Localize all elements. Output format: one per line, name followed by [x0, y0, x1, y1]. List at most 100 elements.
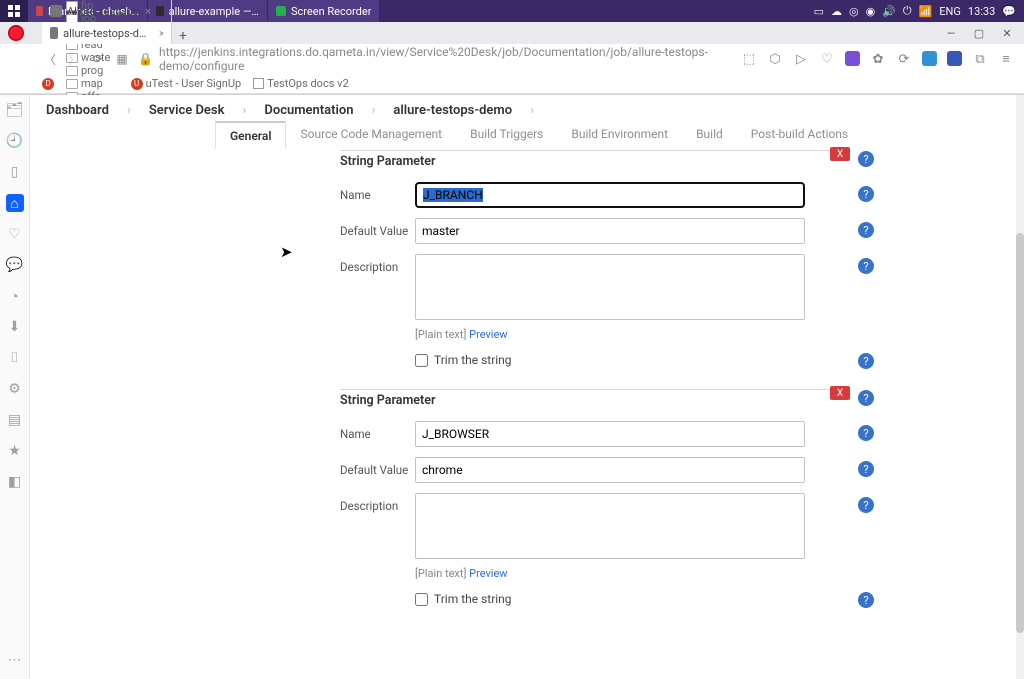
help-icon[interactable]: ? — [858, 425, 874, 441]
parameter-default-input[interactable] — [415, 218, 805, 244]
ext-icon-3[interactable]: ⟳ — [896, 51, 912, 67]
address-bar: 〈 〉 ⟳ ▦ 🔒 https://jenkins.integrations.d… — [0, 44, 1024, 74]
trim-label: Trim the string — [434, 353, 512, 367]
config-tab[interactable]: Build Triggers — [456, 121, 557, 149]
parameter-description-input[interactable] — [415, 254, 805, 320]
delete-parameter-button[interactable]: X — [830, 147, 850, 161]
bookmarks-bar: D Dshpfinjobwatchreadwasteprogmapoffclea… — [0, 74, 1024, 94]
parameter-title: String Parameter — [340, 150, 435, 173]
folder-icon — [66, 79, 78, 89]
browser-side-rail: 🗂 🕘 ▯ ⌂ ♡ 💬 ◔ ⬇ ⌷ ⚙ ▤ ★ ◧ ⋯ — [0, 95, 30, 679]
scrollbar-thumb[interactable] — [1016, 233, 1024, 633]
close-icon[interactable]: × — [145, 5, 151, 18]
parameter-default-input[interactable] — [415, 457, 805, 483]
chevron-right-icon: › — [127, 103, 131, 118]
trim-checkbox[interactable] — [415, 354, 428, 367]
breadcrumb-item[interactable]: Service Desk — [149, 103, 225, 118]
config-tab[interactable]: Post-build Actions — [737, 121, 862, 149]
window-maximize[interactable]: ▢ — [966, 24, 992, 42]
rail-pinboards-icon[interactable]: ▤ — [6, 411, 24, 429]
bookmark-testops-docs[interactable]: TestOps docs v2 — [253, 77, 348, 90]
help-icon[interactable]: ? — [858, 222, 874, 238]
config-tab[interactable]: Source Code Management — [286, 121, 456, 149]
breadcrumb-item[interactable]: Dashboard — [46, 103, 109, 118]
menu-icon[interactable]: ≡ — [998, 51, 1014, 67]
help-icon[interactable]: ? — [858, 390, 874, 406]
parameter-name-input[interactable] — [415, 421, 805, 447]
heart-icon[interactable]: ♡ — [819, 51, 835, 67]
help-icon[interactable]: ? — [858, 258, 874, 274]
rail-bookmarks-icon[interactable]: ▯ — [6, 163, 24, 181]
ext-icon-5[interactable] — [947, 51, 962, 66]
chevron-right-icon: › — [242, 103, 246, 118]
plain-text-label: [Plain text] — [415, 567, 466, 580]
field-label: Description — [340, 254, 415, 274]
breadcrumb-item[interactable]: Documentation — [264, 103, 353, 118]
tray-lang[interactable]: ENG — [939, 5, 961, 18]
window-close[interactable]: ✕ — [994, 24, 1020, 42]
bookmark-folder[interactable]: map — [66, 77, 119, 90]
window-minimize[interactable]: — — [938, 24, 964, 42]
rail-chat-icon[interactable]: 💬 — [6, 256, 24, 274]
preview-link[interactable]: Preview — [469, 567, 507, 580]
tray-time: 13:33 — [968, 5, 995, 18]
chevron-right-icon: › — [530, 103, 534, 118]
close-icon[interactable]: × — [159, 27, 163, 40]
url-field[interactable]: 🔒 https://jenkins.integrations.do.qameta… — [138, 45, 733, 73]
delete-parameter-button[interactable]: X — [830, 386, 850, 400]
rail-cube-icon[interactable]: ⌷ — [6, 349, 24, 367]
parameter-title: String Parameter — [340, 389, 435, 412]
page-scrollbar[interactable] — [1016, 95, 1024, 679]
ext-icon-1[interactable] — [845, 51, 860, 66]
config-tab[interactable]: Build Environment — [557, 121, 682, 149]
tab-strip: Branches · cheshi-mantu/…×Allure TestOps… — [0, 22, 1024, 44]
start-button[interactable] — [0, 0, 28, 22]
rail-history-icon[interactable]: 🕘 — [6, 132, 24, 150]
rail-star-icon[interactable]: ★ — [6, 442, 24, 460]
breadcrumb-item[interactable]: allure-testops-demo — [393, 103, 512, 118]
cursor-icon: ➤ — [280, 243, 293, 261]
help-icon[interactable]: ? — [858, 497, 874, 513]
parameter-description-input[interactable] — [415, 493, 805, 559]
camera-icon[interactable]: ⬚ — [741, 51, 757, 67]
rail-clock-icon[interactable]: ◔ — [6, 287, 24, 305]
help-icon[interactable]: ? — [858, 186, 874, 202]
opera-logo-icon[interactable] — [8, 25, 24, 41]
ext-icon-2[interactable]: ✿ — [870, 51, 886, 67]
field-label: Name — [340, 182, 415, 202]
help-icon[interactable]: ? — [858, 592, 874, 608]
bookmark-badge[interactable]: D — [42, 78, 54, 90]
rail-down-icon[interactable]: ⬇ — [6, 318, 24, 336]
parameter-name-input[interactable] — [415, 182, 805, 208]
string-parameter-block: String ParameterX?Name?Default Value?Des… — [340, 389, 850, 606]
trim-label: Trim the string — [434, 592, 512, 606]
nav-forward-icon[interactable]: 〉 — [66, 51, 82, 68]
trim-checkbox[interactable] — [415, 593, 428, 606]
taskbar-app[interactable]: Screen Recorder — [268, 0, 380, 22]
shield-icon[interactable]: ⬡ — [767, 51, 783, 67]
help-icon[interactable]: ? — [858, 151, 874, 167]
rail-workspaces-icon[interactable]: 🗂 — [6, 101, 24, 119]
browser-tab[interactable]: Allure TestOps× — [42, 0, 172, 22]
help-icon[interactable]: ? — [858, 353, 874, 369]
system-tray[interactable]: ▭☁◎◉ 🔊⏻📶 ENG 13:33 💬 — [806, 4, 1024, 18]
rail-box-icon[interactable]: ◧ — [6, 473, 24, 491]
rail-heart-icon[interactable]: ♡ — [6, 225, 24, 243]
plain-text-label: [Plain text] — [415, 328, 466, 341]
new-tab-button[interactable]: + — [172, 28, 194, 44]
play-icon[interactable]: ▷ — [793, 51, 809, 67]
config-tab[interactable]: General — [215, 121, 286, 149]
bookmark-utest[interactable]: UuTest - User SignUp — [131, 77, 242, 90]
lock-icon: 🔒 — [138, 52, 153, 66]
rail-home-icon[interactable]: ⌂ — [6, 194, 24, 212]
rail-more-icon[interactable]: ⋯ — [6, 651, 24, 669]
rail-gear-icon[interactable]: ⚙ — [6, 380, 24, 398]
config-tab[interactable]: Build — [682, 121, 737, 149]
browser-tab[interactable]: allure-testops-demo Conf…× — [42, 22, 172, 44]
help-icon[interactable]: ? — [858, 461, 874, 477]
nav-back-icon[interactable]: 〈 — [42, 51, 58, 68]
chevron-right-icon: › — [372, 103, 376, 118]
ext-icon-4[interactable] — [922, 51, 937, 66]
preview-link[interactable]: Preview — [469, 328, 507, 341]
ext-icon-6[interactable]: ⧉ — [972, 51, 988, 67]
